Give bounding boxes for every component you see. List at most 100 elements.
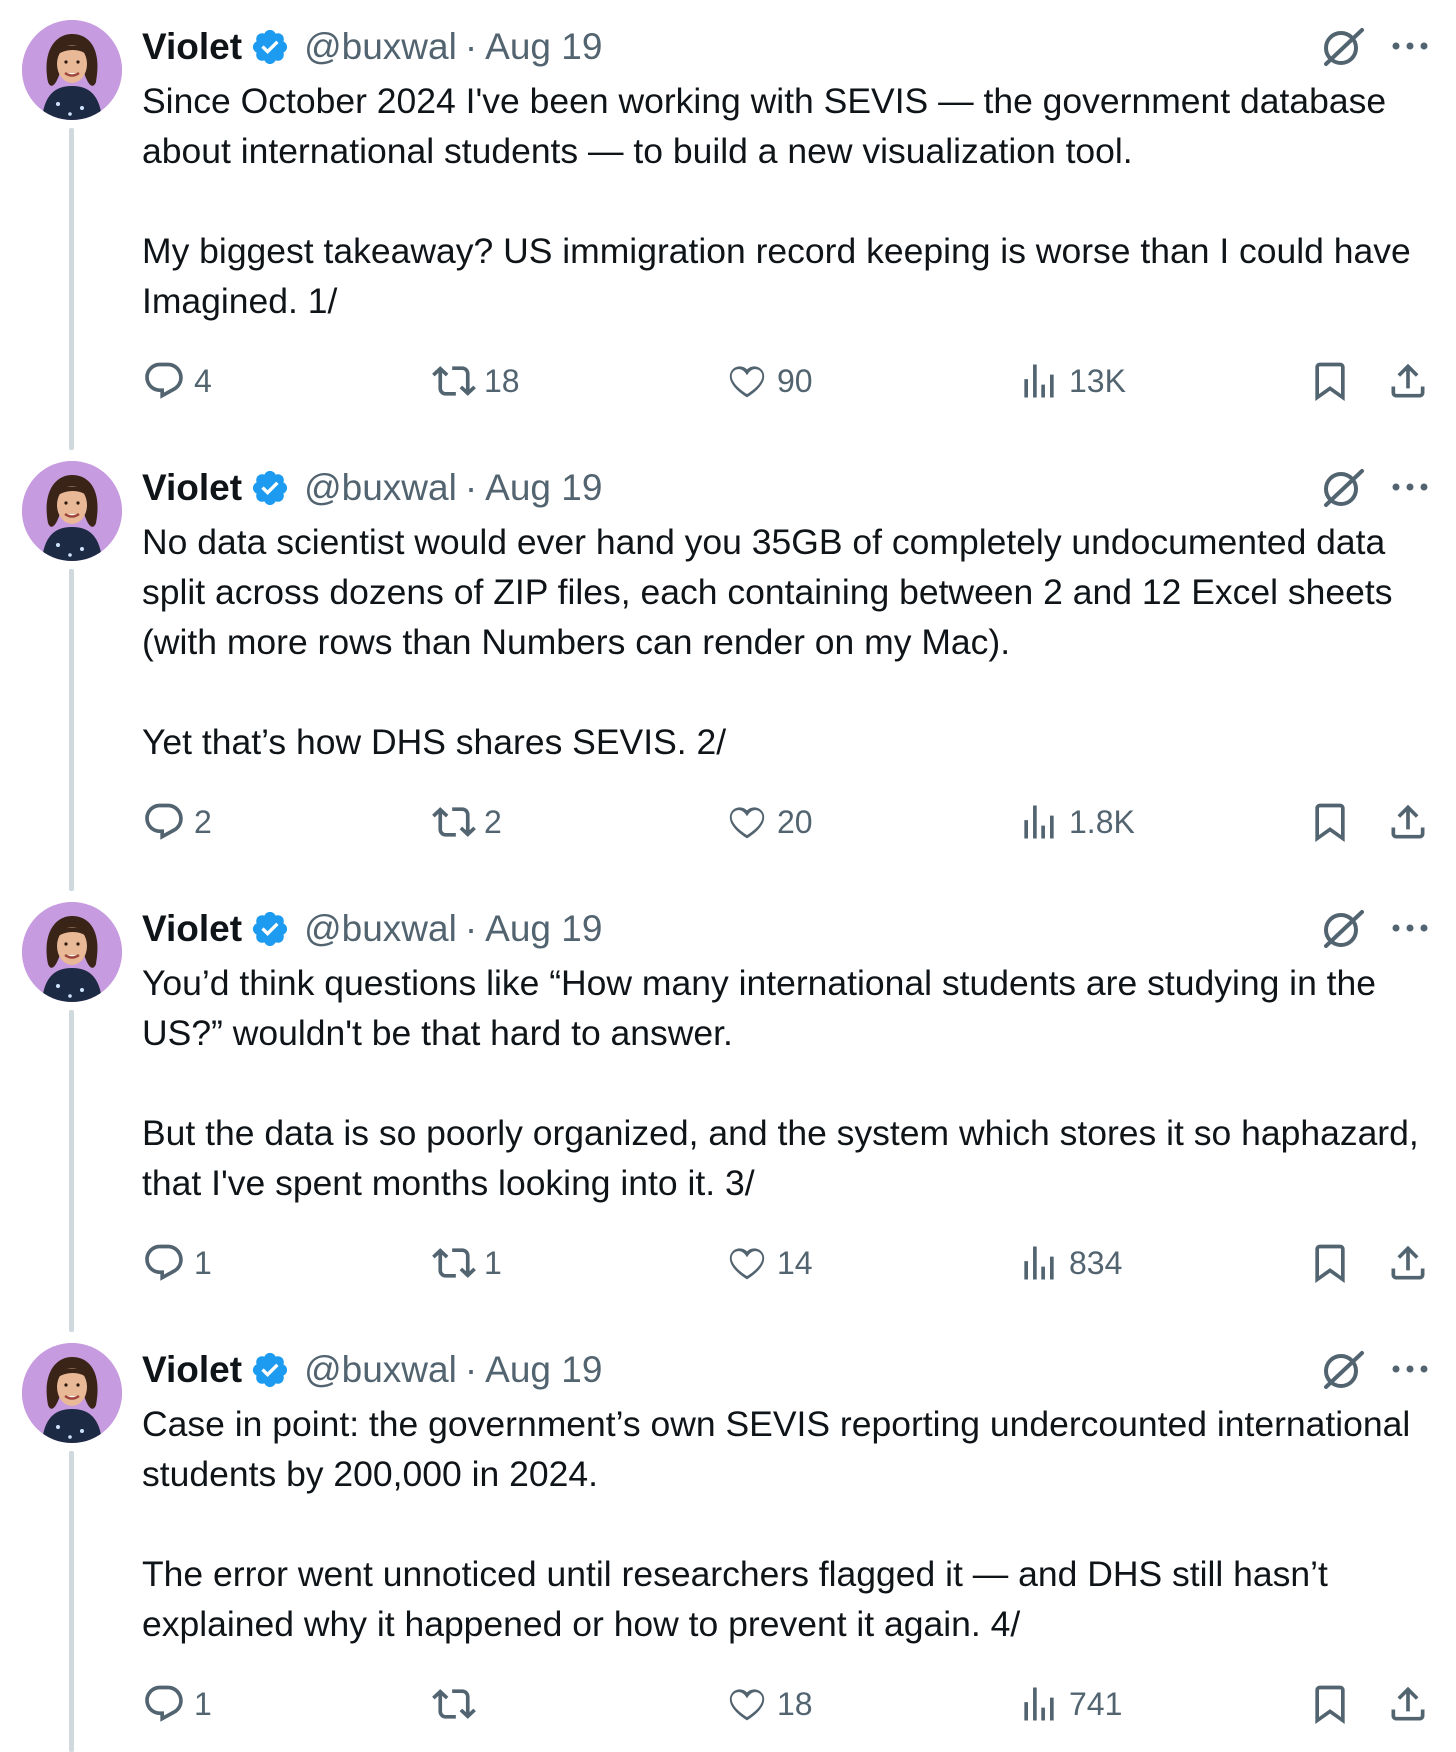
reply-button[interactable]: 4 [142,353,212,409]
reply-icon [145,803,183,840]
more-options-icon[interactable] [1388,1349,1432,1389]
like-button[interactable]: 14 [725,1235,813,1291]
tweet-paragraph: No data scientist would ever hand you 35… [142,522,1403,662]
grok-icon[interactable] [1318,463,1368,513]
reply-button[interactable]: 1 [142,1235,212,1291]
author-name[interactable]: Violet [142,1349,242,1391]
views-count: 13K [1069,362,1126,399]
grok-icon[interactable] [1318,22,1368,72]
views-chart-icon [1024,805,1054,839]
tweet-date[interactable]: Aug 19 [485,26,602,68]
reply-count: 2 [194,803,212,840]
tweet-paragraph: You’d think questions like “How many int… [142,963,1386,1053]
thread-connector [69,569,74,891]
repost-button[interactable]: 1 [432,1235,502,1291]
repost-button[interactable] [432,1676,484,1732]
more-options-icon[interactable] [1388,467,1432,507]
author-handle[interactable]: @buxwal [304,26,457,68]
tweet-1[interactable]: Violet @buxwal · Aug 19 Since October 20… [0,0,1456,450]
reply-count: 1 [194,1244,212,1281]
like-count: 20 [777,803,813,840]
repost-icon [432,807,476,837]
heart-icon [729,1248,765,1280]
author-name[interactable]: Violet [142,26,242,68]
tweet-paragraph: Case in point: the government’s own SEVI… [142,1404,1421,1494]
avatar-portrait-icon [22,461,122,561]
action-bar: 1 1 14 834 [142,1235,1442,1291]
grok-icon[interactable] [1318,1345,1368,1395]
views-count: 741 [1069,1685,1123,1722]
separator-dot: · [464,467,478,508]
separator-dot: · [464,1349,478,1390]
more-options-icon[interactable] [1388,908,1432,948]
share-icon [1391,363,1425,398]
bookmark-button[interactable] [1308,1676,1352,1732]
bookmark-icon [1315,803,1345,843]
tweet-4[interactable]: Violet @buxwal · Aug 19 Case in point: t… [0,1323,1456,1752]
views-button[interactable]: 834 [1017,1235,1122,1291]
share-icon [1391,804,1425,839]
views-count: 1.8K [1069,803,1135,840]
tweet-3[interactable]: Violet @buxwal · Aug 19 You’d think ques… [0,882,1456,1332]
views-button[interactable]: 1.8K [1017,794,1135,850]
reply-button[interactable]: 1 [142,1676,212,1732]
author-handle[interactable]: @buxwal [304,467,457,509]
more-options-icon[interactable] [1388,26,1432,66]
author-name[interactable]: Violet [142,908,242,950]
bookmark-button[interactable] [1308,353,1352,409]
tweet-header: Violet @buxwal · Aug 19 [142,20,602,74]
separator-dot: · [464,908,478,949]
heart-icon [729,366,765,398]
heart-icon [729,807,765,839]
grok-icon[interactable] [1318,904,1368,954]
like-count: 90 [777,362,813,399]
share-button[interactable] [1386,794,1430,850]
author-handle[interactable]: @buxwal [304,1349,457,1391]
author-handle[interactable]: @buxwal [304,908,457,950]
views-chart-icon [1024,1246,1054,1280]
verified-badge-icon [250,1350,290,1390]
reply-icon [145,1244,183,1281]
tweet-paragraph: The error went unnoticed until researche… [142,1554,1338,1644]
like-button[interactable]: 20 [725,794,813,850]
avatar[interactable] [22,902,122,1002]
like-button[interactable]: 18 [725,1676,813,1732]
action-bar: 4 18 90 13K [142,353,1442,409]
tweet-2[interactable]: Violet @buxwal · Aug 19 No data scientis… [0,441,1456,891]
tweet-date[interactable]: Aug 19 [485,908,602,950]
separator-dot: · [464,26,478,67]
share-icon [1391,1686,1425,1721]
like-button[interactable]: 90 [725,353,813,409]
avatar-portrait-icon [22,902,122,1002]
bookmark-icon [1315,1685,1345,1725]
share-button[interactable] [1386,1676,1430,1732]
avatar[interactable] [22,20,122,120]
repost-button[interactable]: 18 [432,353,520,409]
tweet-paragraph: My biggest takeaway? US immigration reco… [142,231,1421,321]
views-button[interactable]: 741 [1017,1676,1122,1732]
bookmark-button[interactable] [1308,1235,1352,1291]
share-button[interactable] [1386,1235,1430,1291]
repost-button[interactable]: 2 [432,794,502,850]
author-name[interactable]: Violet [142,467,242,509]
avatar[interactable] [22,1343,122,1443]
repost-icon [432,1248,476,1278]
repost-count: 18 [484,362,520,399]
repost-icon [432,366,476,396]
share-icon [1391,1245,1425,1280]
avatar[interactable] [22,461,122,561]
views-button[interactable]: 13K [1017,353,1126,409]
tweet-paragraph: But the data is so poorly organized, and… [142,1113,1429,1203]
thread-connector [69,1010,74,1332]
repost-count: 1 [484,1244,502,1281]
reply-button[interactable]: 2 [142,794,212,850]
tweet-date[interactable]: Aug 19 [485,467,602,509]
like-count: 14 [777,1244,813,1281]
reply-count: 1 [194,1685,212,1722]
tweet-header: Violet @buxwal · Aug 19 [142,902,602,956]
bookmark-button[interactable] [1308,794,1352,850]
share-button[interactable] [1386,353,1430,409]
tweet-date[interactable]: Aug 19 [485,1349,602,1391]
tweet-header: Violet @buxwal · Aug 19 [142,461,602,515]
reply-count: 4 [194,362,212,399]
